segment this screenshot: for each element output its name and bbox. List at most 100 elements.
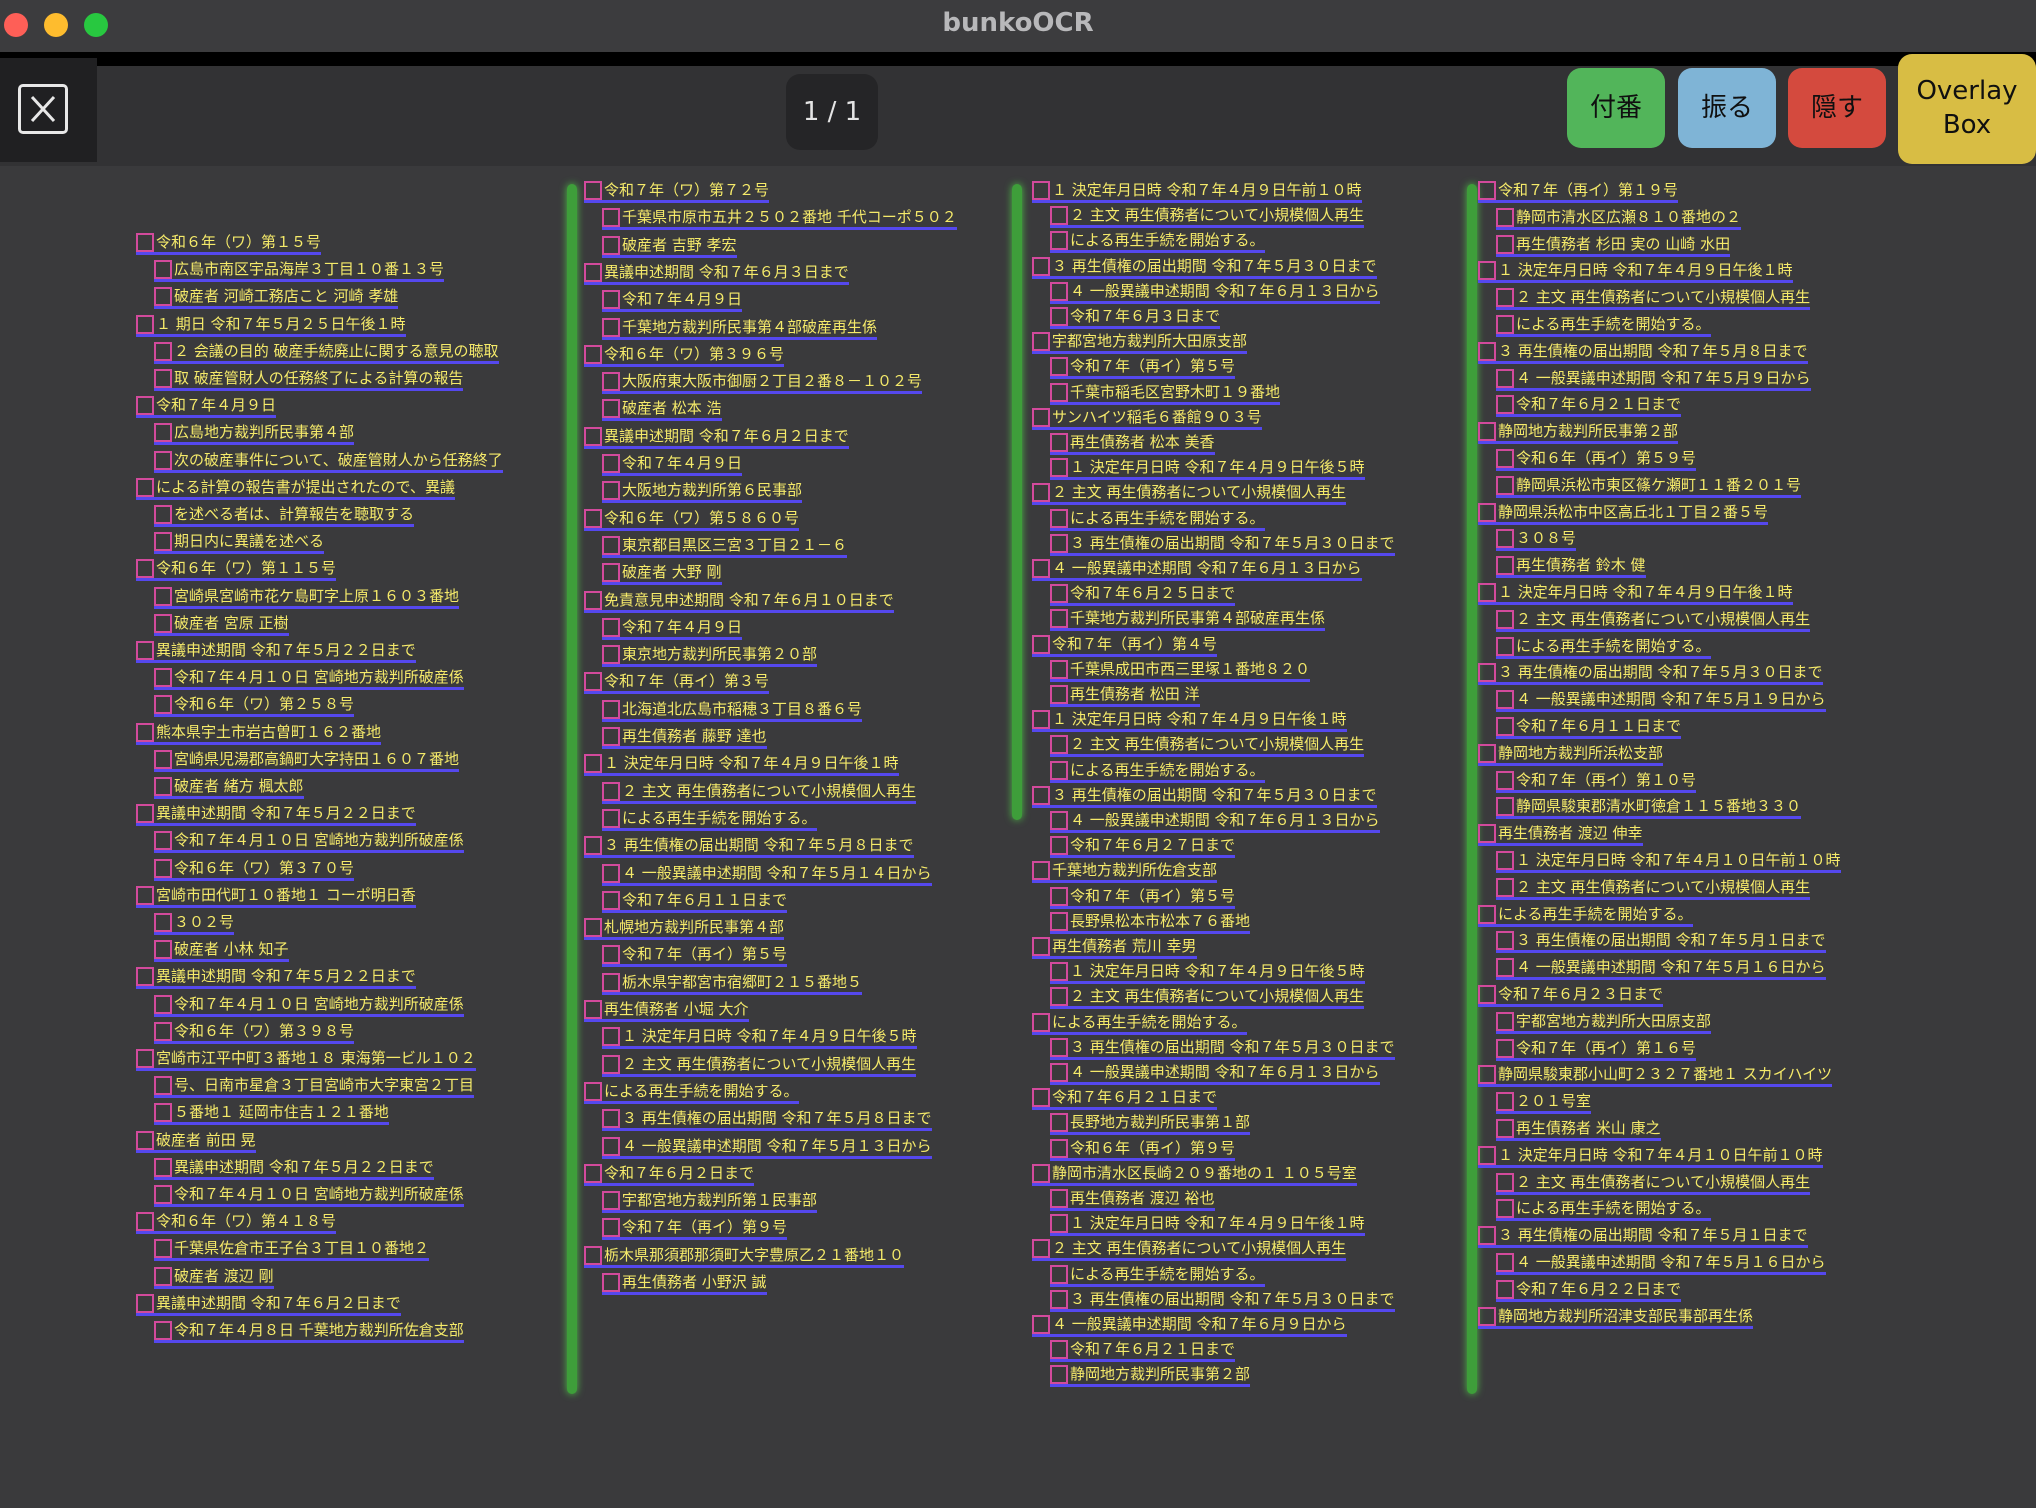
ocr-line-text: 令和７年４月９日 xyxy=(622,618,743,636)
ocr-line: 令和７年４月９日 xyxy=(602,289,743,312)
close-button[interactable] xyxy=(0,58,97,162)
char-box-marker xyxy=(154,995,172,1014)
ocr-line-text: ３０８号 xyxy=(1516,529,1577,547)
char-box-marker xyxy=(154,1076,172,1095)
ocr-line-text: 取 破産管財人の任務終了による計算の報告 xyxy=(174,369,464,387)
char-box-marker xyxy=(154,369,172,388)
char-box-marker xyxy=(1478,1065,1496,1084)
char-box-marker xyxy=(1478,583,1496,602)
char-box-marker xyxy=(1032,181,1050,200)
ocr-line-text: 千葉地方裁判所民事第４部破産再生係 xyxy=(622,318,878,336)
ocr-line-text: 再生債務者 鈴木 健 xyxy=(1516,556,1646,574)
ocr-line-text: 異議申述期間 令和７年６月２日まで xyxy=(604,427,849,445)
char-box-marker xyxy=(584,181,602,200)
ocr-line-text: 令和７年６月１１日まで xyxy=(1516,717,1682,735)
char-box-marker xyxy=(154,532,172,551)
ocr-line-text: 令和６年（ワ）第３７０号 xyxy=(174,859,355,877)
char-box-marker xyxy=(1050,660,1068,679)
ocr-line: 大阪地方裁判所第６民事部 xyxy=(602,480,803,503)
ocr-line: ３ 再生債権の届出期間 令和７年５月３０日まで xyxy=(1032,785,1377,808)
ocr-line-text: 令和６年（ワ）第５８６０号 xyxy=(604,509,800,527)
ocr-line: ２ 主文 再生債務者について小規模個人再生 xyxy=(1496,1172,1811,1195)
char-box-marker xyxy=(154,777,172,796)
ocr-line: 再生債務者 米山 康之 xyxy=(1496,1118,1661,1141)
ocr-line-text: 破産者 緒方 楓太郎 xyxy=(174,777,304,795)
ocr-line: 令和７年６月２２日まで xyxy=(1496,1279,1682,1302)
ocr-line: １ 決定年月日時 令和７年４月９日午後５時 xyxy=(602,1026,917,1049)
ocr-line-text: ２ 主文 再生債務者について小規模個人再生 xyxy=(1516,288,1811,306)
char-box-marker xyxy=(1032,1013,1050,1032)
ocr-line: ５番地１ 延岡市住吉１２１番地 xyxy=(154,1102,389,1125)
char-box-marker xyxy=(1050,1290,1068,1309)
ocr-line: ４ 一般異議申述期間 令和７年５月１９日から xyxy=(1496,689,1826,712)
char-box-marker xyxy=(1496,851,1514,870)
ocr-line-text: ３ 再生債権の届出期間 令和７年５月８日まで xyxy=(622,1109,932,1127)
char-box-marker xyxy=(1496,449,1514,468)
ocr-line: 栃木県宇都宮市宿郷町２１５番地５ xyxy=(602,972,863,995)
ocr-line: １ 決定年月日時 令和７年４月９日午後１時 xyxy=(584,753,899,776)
char-box-marker xyxy=(1496,395,1514,414)
hide-button[interactable]: 隠す xyxy=(1788,68,1886,148)
ocr-line: 静岡県駿東郡清水町徳倉１１５番地３３０ xyxy=(1496,796,1802,819)
ocr-line: 令和６年（ワ）第４１８号 xyxy=(136,1211,337,1234)
ocr-line: 令和７年６月２日まで xyxy=(584,1163,755,1186)
ocr-line-text: ２ 会議の目的 破産手続廃止に関する意見の聴取 xyxy=(174,342,499,360)
char-box-marker xyxy=(136,1049,154,1068)
ocr-line: 次の破産事件について、破産管財人から任務終了 xyxy=(154,450,503,473)
ocr-line-text: ３ 再生債権の届出期間 令和７年５月８日まで xyxy=(604,836,914,854)
ocr-line: 令和７年４月８日 千葉地方裁判所佐倉支部 xyxy=(154,1320,464,1343)
ocr-line: 再生債務者 杉田 実の 山崎 水田 xyxy=(1496,234,1731,257)
ocr-line-text: 号、日南市星倉３丁目宮崎市大字東宮２丁目 xyxy=(174,1076,475,1094)
ocr-line: ４ 一般異議申述期間 令和７年６月９日から xyxy=(1032,1314,1347,1337)
ocr-line-text: ２ 主文 再生債務者について小規模個人再生 xyxy=(622,782,917,800)
ocr-line-text: ４ 一般異議申述期間 令和７年５月１３日から xyxy=(622,1137,932,1155)
ocr-line-text: ３ 再生債権の届出期間 令和７年５月３０日まで xyxy=(1052,257,1377,275)
ocr-line: 令和７年４月９日 xyxy=(602,453,743,476)
char-box-marker xyxy=(154,1185,172,1204)
ocr-line-text: 静岡市清水区広瀬８１０番地の２ xyxy=(1516,208,1742,226)
ocr-line: 千葉市稲毛区宮野木町１９番地 xyxy=(1050,382,1281,405)
char-box-marker xyxy=(1032,786,1050,805)
ocr-line: ４ 一般異議申述期間 令和７年５月１６日から xyxy=(1496,957,1826,980)
char-box-marker xyxy=(136,1212,154,1231)
char-box-marker xyxy=(1032,1088,1050,1107)
ocr-line: 千葉県成田市西三里塚１番地８２０ xyxy=(1050,659,1311,682)
ocr-line: による再生手続を開始する。 xyxy=(1496,1198,1711,1221)
ocr-line: による再生手続を開始する。 xyxy=(1496,314,1711,337)
document-view[interactable]: 令和６年（ワ）第１５号 広島市南区宇品海岸３丁目１０番１３号 破産者 河崎工務店こと… xyxy=(0,166,2036,1508)
number-button[interactable]: 付番 xyxy=(1567,68,1665,148)
char-box-marker xyxy=(584,1164,602,1183)
ocr-line: 千葉県市原市五井２５０２番地 千代コーポ５０２ xyxy=(602,207,957,230)
char-box-marker xyxy=(154,1022,172,1041)
ocr-line-text: による再生手続を開始する。 xyxy=(1498,905,1693,923)
ocr-line-text: 異議申述期間 令和７年５月２２日まで xyxy=(156,804,416,822)
char-box-marker xyxy=(1496,1012,1514,1031)
char-box-marker xyxy=(1050,1214,1068,1233)
ocr-line-text: 静岡県駿東郡小山町２３２７番地１ スカイハイツ xyxy=(1498,1065,1833,1083)
ocr-line: ２ 主文 再生債務者について小規模個人再生 xyxy=(1032,482,1347,505)
ocr-line-text: 令和７年６月２３日まで xyxy=(1498,985,1664,1003)
ocr-line: 静岡地方裁判所民事第２部 xyxy=(1050,1364,1251,1387)
ocr-line-text: 宮崎市田代町１０番地１ コーポ明日香 xyxy=(156,886,416,904)
ocr-line-text: 千葉県成田市西三里塚１番地８２０ xyxy=(1070,660,1311,678)
char-box-marker xyxy=(1050,735,1068,754)
ocr-line: ４ 一般異議申述期間 令和７年６月１３日から xyxy=(1032,558,1362,581)
shake-button[interactable]: 振る xyxy=(1678,68,1776,148)
overlay-box-button[interactable]: Overlay Box xyxy=(1898,54,2036,164)
char-box-marker xyxy=(1496,1039,1514,1058)
char-box-marker xyxy=(1496,1280,1514,1299)
char-box-marker xyxy=(602,236,620,255)
char-box-marker xyxy=(1496,235,1514,254)
ocr-line: 取 破産管財人の任務終了による計算の報告 xyxy=(154,368,464,391)
ocr-line: 令和７年６月１１日まで xyxy=(1496,716,1682,739)
ocr-line-text: 長野地方裁判所民事第１部 xyxy=(1070,1113,1251,1131)
ocr-line: 令和７年４月１０日 宮崎地方裁判所破産係 xyxy=(154,830,464,853)
ocr-line-text: 破産者 河崎工務店こと 河崎 孝雄 xyxy=(174,287,399,305)
ocr-line-text: ３０２号 xyxy=(174,913,235,931)
char-box-marker xyxy=(1050,1365,1068,1384)
char-box-marker xyxy=(1050,836,1068,855)
char-box-marker xyxy=(136,396,154,415)
char-box-marker xyxy=(1496,771,1514,790)
ocr-line: ３０８号 xyxy=(1496,528,1577,551)
ocr-line: ２ 主文 再生債務者について小規模個人再生 xyxy=(1050,734,1365,757)
